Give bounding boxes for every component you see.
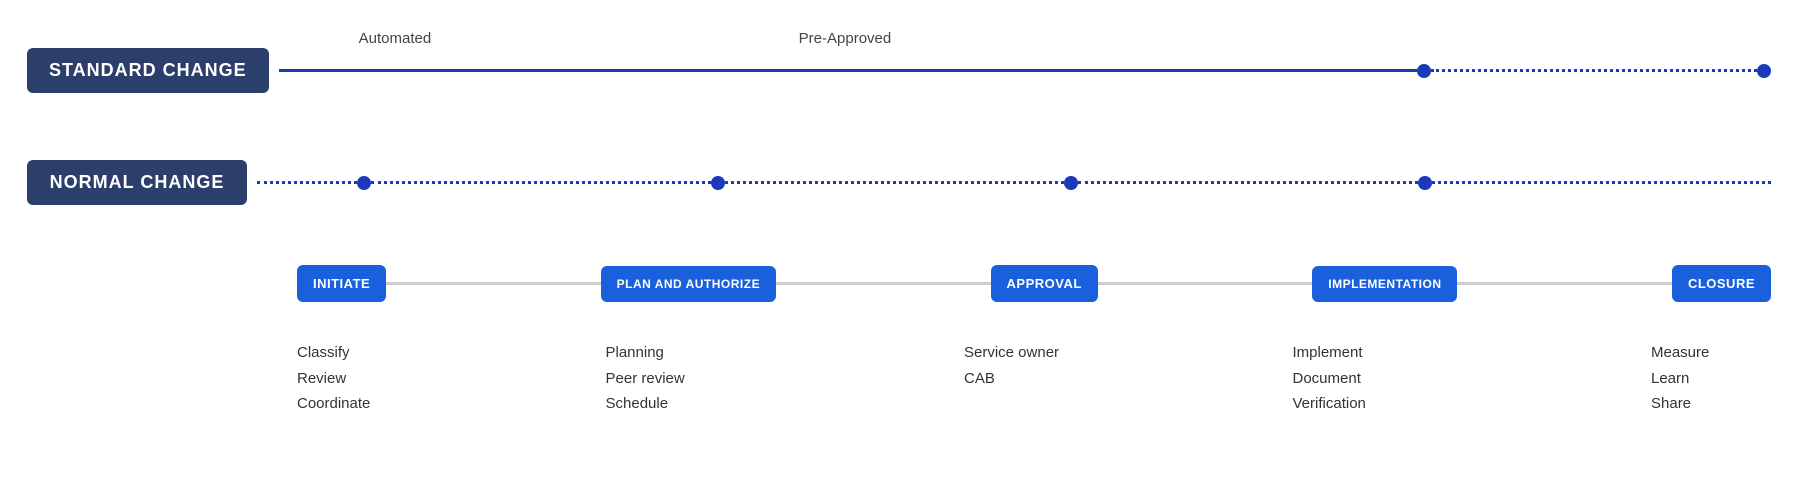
normal-dotted-seg-4: [1432, 181, 1772, 184]
preapproved-annotation: Pre-Approved: [799, 30, 892, 48]
connector-4: [1457, 282, 1671, 285]
normal-dotted-seg-3: [1078, 181, 1418, 184]
subtitle-approval: Service owner CAB: [964, 340, 1114, 391]
subtitles-row: Classify Review Coordinate Planning Peer…: [27, 340, 1771, 417]
connector-1: [386, 282, 600, 285]
subtitle-closure: Measure Learn Share: [1651, 340, 1771, 417]
connector-3: [1098, 282, 1312, 285]
standard-change-row: STANDARD CHANGE Automated Pre-Approved: [27, 48, 1771, 93]
phase-badge-implementation: IMPLEMENTATION: [1312, 266, 1457, 302]
normal-dotted-seg-1: [371, 181, 711, 184]
phase-badge-initiate: INITIATE: [297, 265, 386, 302]
normal-dotted-seg-2: [725, 181, 1065, 184]
subtitle-initiate: Classify Review Coordinate: [297, 340, 427, 417]
standard-solid-line: [279, 69, 1417, 72]
standard-dot-2: [1757, 64, 1771, 78]
subtitle-plan: Planning Peer review Schedule: [606, 340, 786, 417]
connector-2: [776, 282, 990, 285]
standard-dot-1: [1417, 64, 1431, 78]
phase-badge-plan: PLAN AND AUTHORIZE: [601, 266, 776, 302]
normal-dot-2: [711, 176, 725, 190]
standard-dotted-line: [1431, 69, 1757, 72]
standard-change-label: STANDARD CHANGE: [27, 48, 269, 93]
standard-line: Automated Pre-Approved: [279, 56, 1771, 86]
diagram-container: STANDARD CHANGE Automated Pre-Approved N…: [0, 0, 1798, 500]
normal-dot-3: [1064, 176, 1078, 190]
normal-dotted-seg-0: [257, 181, 357, 184]
phases-row: INITIATE PLAN AND AUTHORIZE APPROVAL IMP…: [27, 265, 1771, 302]
normal-dot-4: [1418, 176, 1432, 190]
subtitle-implementation: Implement Document Verification: [1293, 340, 1473, 417]
phase-badge-closure: CLOSURE: [1672, 265, 1771, 302]
normal-change-row: NORMAL CHANGE: [27, 160, 1771, 205]
normal-line: [257, 168, 1771, 198]
automated-annotation: Automated: [359, 30, 432, 48]
normal-change-label: NORMAL CHANGE: [27, 160, 247, 205]
normal-dot-1: [357, 176, 371, 190]
phase-badge-approval: APPROVAL: [991, 265, 1098, 302]
